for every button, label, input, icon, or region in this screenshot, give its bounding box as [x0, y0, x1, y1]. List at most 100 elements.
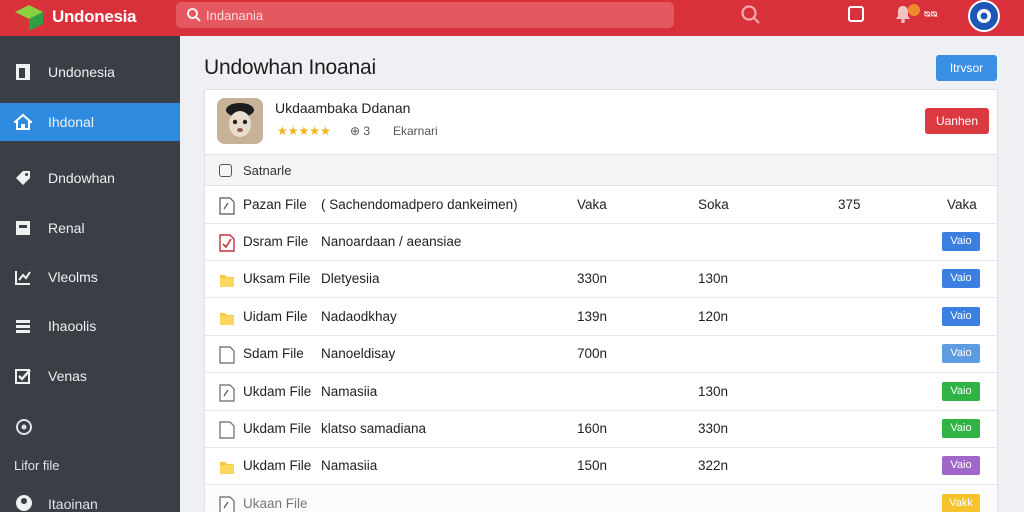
sidebar-item-ihaoolis[interactable]: Ihaoolis — [0, 307, 180, 345]
folder-icon — [220, 462, 234, 475]
help-icon[interactable] — [15, 418, 33, 436]
search-icon — [187, 8, 201, 22]
sidebar-item-venas[interactable]: Venas — [0, 357, 180, 395]
sidebar: Undonesia Ihdonal Dndowhan Renal Vleolms… — [0, 36, 180, 512]
sidebar-item-label: Ihaoolis — [48, 318, 97, 334]
file-name[interactable]: Uksam File — [243, 271, 311, 286]
content-card: Ukdaambaka Ddanan ★★★★★ ⊕ 3 Ekarnari Uan… — [204, 89, 998, 512]
status-badge[interactable]: Vaio — [942, 232, 980, 251]
column-header-d[interactable]: Vaka — [947, 197, 977, 212]
status-badge[interactable]: Vaio — [942, 381, 980, 401]
column-header-name[interactable]: Pazan File — [243, 197, 307, 212]
app-logo-icon[interactable] — [14, 4, 44, 32]
folder-icon — [220, 275, 234, 288]
edit-file-icon — [219, 383, 235, 402]
file-description: Dletyesiia — [321, 271, 380, 287]
file-value-b: 130n — [698, 383, 729, 399]
file-name[interactable]: Uidam File — [243, 309, 308, 324]
sidebar-user-name[interactable]: Itaoinan — [48, 496, 98, 512]
edit-file-icon — [219, 496, 235, 512]
file-name[interactable]: Dsram File — [243, 234, 308, 249]
window-icon[interactable] — [848, 6, 864, 22]
file-name[interactable]: Ukdam File — [243, 384, 311, 399]
file-icon — [219, 197, 235, 215]
folder-icon — [220, 312, 234, 325]
file-description: Nanoeldisay — [321, 346, 396, 362]
section-label: Satnarle — [243, 163, 292, 178]
notification-count: ᴓᴓ — [924, 8, 938, 20]
file-name[interactable]: Ukdam File — [243, 458, 311, 473]
file-icon — [219, 421, 235, 439]
sidebar-item-vleolms[interactable]: Vleolms — [0, 258, 180, 296]
table-row[interactable]: Uksam File Dletyesiia 330n 130n Vaio — [205, 261, 997, 299]
box-icon — [16, 221, 30, 235]
app-name: Undonesia — [52, 7, 137, 26]
sidebar-item-undonesia[interactable]: Undonesia — [0, 53, 180, 91]
file-name[interactable]: Ukdam File — [243, 421, 311, 436]
home-icon — [14, 113, 32, 130]
tag-icon — [16, 171, 30, 185]
table-row[interactable]: Ukdam File Namasiia 130n Vaio — [205, 374, 997, 411]
table-row[interactable]: Ukdam File Namasiia 150n 322n Vaio — [205, 448, 997, 486]
column-header-a[interactable]: Vaka — [577, 197, 607, 212]
section-icon — [219, 164, 232, 177]
status-badge[interactable]: Vaio — [942, 419, 980, 438]
notification-badge — [908, 4, 920, 16]
sidebar-item-ihdonal[interactable]: Ihdonal — [0, 103, 180, 141]
table-row[interactable]: Dsram File Nanoardaan / aeansiae Vaio — [205, 224, 997, 261]
status-badge[interactable]: Vaio — [942, 269, 980, 289]
file-value-a: 150n — [577, 458, 608, 474]
table-row[interactable]: Ukaan File Vakk — [205, 485, 997, 512]
profile-photo-icon — [217, 98, 263, 144]
list-icon — [16, 320, 30, 333]
sidebar-item-label: Venas — [48, 368, 87, 384]
status-badge[interactable]: Vaio — [942, 344, 980, 364]
file-description: Namasiia — [321, 458, 378, 474]
file-icon — [219, 346, 235, 364]
sidebar-item-label: Vleolms — [48, 269, 98, 285]
sidebar-item-dndowhan[interactable]: Dndowhan — [0, 159, 180, 197]
table-row[interactable]: Sdam File Nanoeldisay 700n Vaio — [205, 336, 997, 374]
file-value-a: 139n — [577, 308, 608, 324]
profile-name: Ukdaambaka Ddanan — [275, 100, 411, 116]
search-box[interactable] — [176, 2, 674, 28]
user-avatar-icon[interactable] — [968, 0, 1000, 32]
column-header-b[interactable]: Soka — [698, 197, 729, 212]
sidebar-item-label: Renal — [48, 220, 85, 236]
sidebar-item-renal[interactable]: Renal — [0, 209, 180, 247]
file-value-b: 322n — [698, 458, 729, 474]
check-icon — [15, 369, 31, 384]
file-value-a: 160n — [577, 421, 608, 436]
status-badge[interactable]: Vaio — [942, 306, 980, 326]
sidebar-footer-link[interactable]: Lifor file — [14, 458, 60, 473]
primary-action-button[interactable]: Itrvsor — [936, 55, 997, 81]
page-title: Undowhan Inoanai — [204, 56, 376, 79]
file-description: Namasiia — [321, 383, 378, 399]
file-value-b: 130n — [698, 271, 729, 287]
user-icon — [16, 495, 32, 511]
search-icon[interactable] — [740, 4, 762, 26]
table-row[interactable]: Uidam File Nadaodkhay 139n 120n Vaio — [205, 299, 997, 336]
status-badge[interactable]: Vaio — [942, 456, 980, 476]
chart-icon — [15, 271, 31, 285]
file-description: Nadaodkhay — [321, 308, 397, 324]
table-row[interactable]: Ukdam File klatso samadiana 160n 330n Vaio — [205, 411, 997, 448]
profile-subtitle: Ekarnari — [393, 124, 438, 138]
search-input[interactable] — [206, 5, 646, 25]
profile-avatar — [217, 98, 263, 144]
rating-stars: ★★★★★ — [277, 124, 331, 138]
checked-file-icon — [219, 234, 235, 252]
top-bar: Undonesia ᴓᴓ — [0, 0, 1024, 36]
column-header-c[interactable]: 375 — [838, 197, 861, 212]
profile-action-button[interactable]: Uanhen — [925, 108, 989, 134]
file-description: Nanoardaan / aeansiae — [321, 234, 462, 249]
status-badge[interactable]: Vakk — [942, 493, 980, 512]
sidebar-item-label: Ihdonal — [48, 114, 94, 130]
column-header-desc[interactable]: ( Sachendomadpero dankeimen) — [321, 197, 518, 212]
file-description: klatso samadiana — [321, 421, 427, 436]
file-name[interactable]: Sdam File — [243, 346, 304, 361]
document-icon — [16, 64, 30, 80]
file-value-a: 700n — [577, 346, 608, 362]
sidebar-item-label: Dndowhan — [48, 170, 115, 186]
file-name[interactable]: Ukaan File — [243, 496, 308, 511]
